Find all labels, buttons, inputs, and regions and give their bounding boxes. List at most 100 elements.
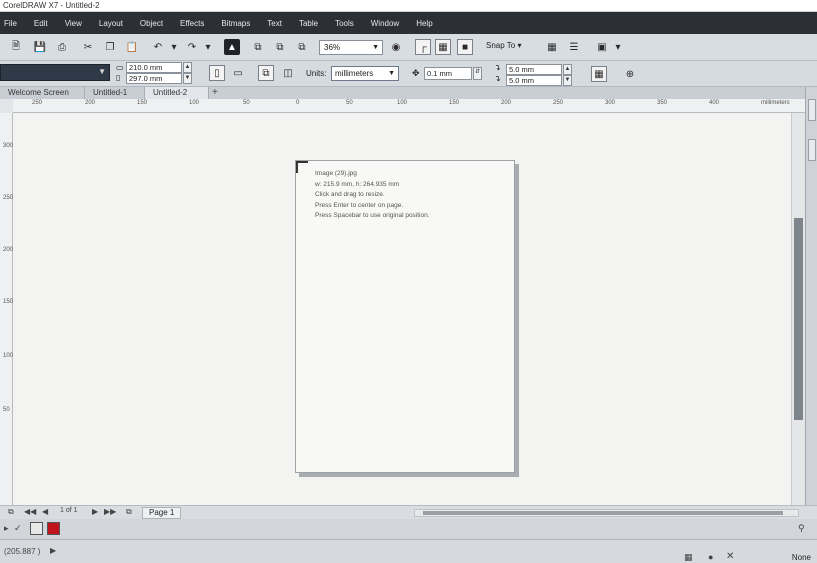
redo-icon[interactable]: ↷ — [184, 39, 200, 55]
menu-object[interactable]: Object — [140, 19, 163, 28]
next-page-icon[interactable]: ▶ — [92, 507, 98, 516]
fill-icon[interactable]: ● — [708, 552, 713, 562]
tab-untitled-1[interactable]: Untitled-1 — [85, 87, 145, 99]
export-icon[interactable]: ⧉ — [272, 39, 288, 55]
welcome-screen-icon[interactable]: ▣ — [594, 39, 610, 55]
eyedropper-icon[interactable]: ✓ — [14, 523, 22, 534]
menu-view[interactable]: View — [65, 19, 82, 28]
ruler-label: 400 — [709, 100, 720, 106]
menu-help[interactable]: Help — [416, 19, 432, 28]
cut-icon[interactable]: ✂ — [80, 39, 96, 55]
ruler-origin[interactable] — [0, 99, 13, 113]
page-width-spinner[interactable]: ▲ — [183, 62, 192, 73]
show-grid-icon[interactable]: ▦ — [435, 39, 451, 55]
redo-dropdown-icon[interactable]: ▾ — [200, 39, 216, 55]
units-value: millimeters — [335, 69, 374, 78]
docker-tab[interactable] — [808, 99, 816, 121]
undo-icon[interactable]: ↶ — [150, 39, 166, 55]
page-width-field[interactable]: 210.0 mm — [126, 62, 182, 73]
property-bar: ▼ ▭ 210.0 mm ▲ ▯ 297.0 mm ▼ ▯ ▭ ⧉ ◫ Unit… — [0, 61, 817, 87]
docker-tab[interactable] — [808, 139, 816, 161]
menu-edit[interactable]: Edit — [34, 19, 48, 28]
ruler-label: 150 — [137, 100, 148, 106]
all-pages-icon[interactable]: ⧉ — [258, 65, 274, 81]
last-page-icon[interactable]: ▶▶ — [104, 507, 116, 516]
menu-file[interactable]: File — [4, 19, 17, 28]
portrait-icon[interactable]: ▯ — [209, 65, 225, 81]
page-tab[interactable]: Page 1 — [142, 507, 182, 519]
copy-icon[interactable]: ❐ — [102, 39, 118, 55]
add-tab-icon[interactable]: + — [212, 87, 218, 98]
add-page-after-icon[interactable]: ⧉ — [126, 507, 132, 517]
snap-to-dropdown[interactable]: Snap To ▾ — [486, 41, 521, 50]
add-preset-icon[interactable]: ⊕ — [622, 66, 638, 82]
new-document-icon[interactable]: 🗎 — [8, 39, 24, 55]
color-mode-icon: ▦ — [684, 552, 693, 562]
vertical-ruler[interactable]: 300 250 200 150 100 50 — [0, 113, 13, 505]
duplicate-y-icon: ↴ — [494, 74, 501, 83]
page-height-spinner[interactable]: ▼ — [183, 73, 192, 84]
menu-tools[interactable]: Tools — [335, 19, 354, 28]
palette-arrow-icon[interactable]: ▸ — [4, 523, 9, 534]
current-page-icon[interactable]: ◫ — [280, 65, 296, 81]
print-icon[interactable]: ⎙ — [54, 39, 70, 55]
status-expand-icon[interactable]: ▶ — [50, 546, 56, 555]
full-screen-preview-icon[interactable]: ◉ — [388, 39, 404, 55]
no-color-swatch[interactable] — [30, 522, 43, 535]
ruler-units-label: millimeters — [761, 100, 790, 106]
landscape-icon[interactable]: ▭ — [230, 65, 246, 81]
menu-table[interactable]: Table — [299, 19, 318, 28]
menu-bar: File Edit View Layout Object Effects Bit… — [0, 12, 817, 34]
first-page-icon[interactable]: ◀◀ — [24, 507, 36, 516]
ruler-label: 250 — [553, 100, 564, 106]
chevron-down-icon: ▼ — [388, 70, 395, 77]
tooltip-hint-original: Press Spacebar to use original position. — [315, 212, 430, 219]
document-page[interactable]: Image (29).jpg w: 215.9 mm, h: 264.935 m… — [295, 160, 515, 473]
application-launcher-icon[interactable]: ☰ — [566, 39, 582, 55]
show-guidelines-icon[interactable]: ■ — [457, 39, 473, 55]
paper-size-select[interactable]: ▼ — [0, 64, 110, 81]
save-icon[interactable]: 💾 — [32, 39, 48, 55]
vertical-scroll-thumb[interactable] — [794, 218, 803, 420]
menu-bitmaps[interactable]: Bitmaps — [221, 19, 250, 28]
paste-icon[interactable]: 📋 — [124, 39, 140, 55]
horizontal-ruler[interactable]: 250 200 150 100 50 0 50 100 150 200 250 … — [13, 99, 805, 113]
zoom-icon[interactable]: ⚲ — [798, 523, 805, 534]
page-height-field[interactable]: 297.0 mm — [126, 73, 182, 84]
undo-dropdown-icon[interactable]: ▾ — [166, 39, 182, 55]
red-color-swatch[interactable] — [47, 522, 60, 535]
menu-text[interactable]: Text — [267, 19, 282, 28]
publish-pdf-icon[interactable]: ⧉ — [294, 39, 310, 55]
ruler-label: 350 — [657, 100, 668, 106]
duplicate-y-spinner[interactable]: ▼ — [563, 75, 572, 86]
tab-untitled-2[interactable]: Untitled-2 — [145, 87, 209, 99]
tab-welcome-screen[interactable]: Welcome Screen — [0, 87, 85, 99]
import-placement-tooltip: Image (29).jpg w: 215.9 mm, h: 264.935 m… — [315, 169, 430, 222]
show-rulers-icon[interactable]: ┌ — [415, 39, 431, 55]
menu-layout[interactable]: Layout — [99, 19, 123, 28]
menu-window[interactable]: Window — [371, 19, 399, 28]
duplicate-x-field[interactable]: 5.0 mm — [506, 64, 562, 75]
menu-effects[interactable]: Effects — [180, 19, 204, 28]
add-page-icon[interactable]: ⧉ — [8, 507, 14, 517]
previous-page-icon[interactable]: ◀ — [42, 507, 48, 516]
zoom-level-select[interactable]: 36% ▼ — [319, 40, 383, 55]
chevron-down-icon: ▼ — [372, 44, 379, 51]
duplicate-x-spinner[interactable]: ▲ — [563, 64, 572, 75]
options-icon[interactable]: ▦ — [544, 39, 560, 55]
units-select[interactable]: millimeters ▼ — [331, 66, 399, 81]
nudge-distance-field[interactable]: 0.1 mm — [424, 67, 472, 80]
drawing-canvas[interactable]: Image (29).jpg w: 215.9 mm, h: 264.935 m… — [13, 113, 791, 505]
search-content-icon[interactable]: ▲ — [224, 39, 240, 55]
nudge-spinner[interactable]: ⇵ — [473, 67, 482, 80]
import-icon[interactable]: ⧉ — [250, 39, 266, 55]
horizontal-scroll-thumb[interactable] — [423, 511, 783, 515]
treat-as-filled-icon[interactable]: ▦ — [591, 66, 607, 82]
vertical-scrollbar[interactable] — [791, 113, 805, 505]
chevron-down-icon: ▼ — [98, 67, 106, 76]
launcher-dropdown-icon[interactable]: ▾ — [610, 39, 626, 55]
ruler-label: 200 — [85, 100, 96, 106]
duplicate-y-field[interactable]: 5.0 mm — [506, 75, 562, 86]
horizontal-scrollbar[interactable] — [414, 509, 799, 517]
no-fill-icon[interactable]: ✕ — [726, 551, 734, 562]
